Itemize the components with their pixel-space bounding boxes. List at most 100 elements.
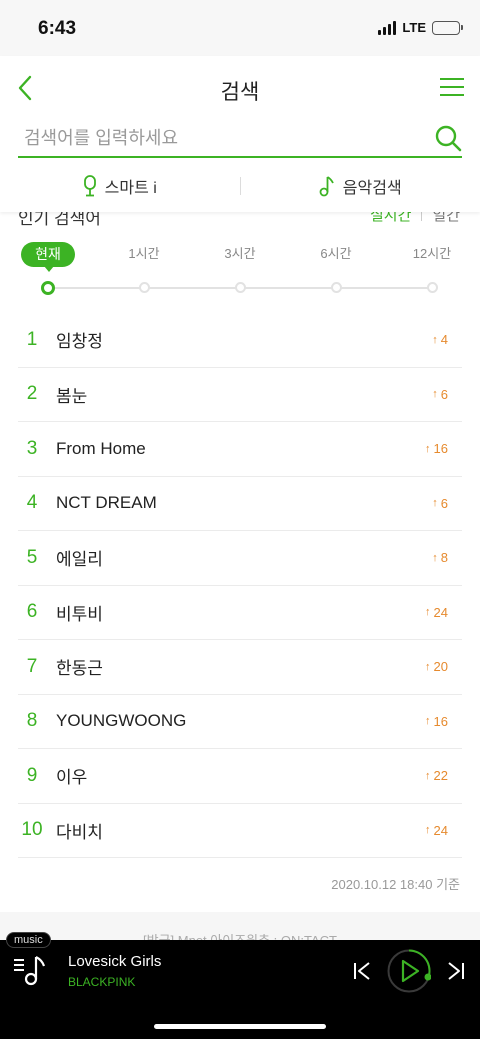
mini-player: music Lovesick Girls BLACKPINK: [0, 932, 480, 1039]
tab-music-search[interactable]: 음악검색: [241, 174, 480, 198]
home-indicator: [154, 1024, 326, 1029]
arrow-up-icon: ↑: [425, 824, 431, 837]
status-bar: 6:43 LTE: [0, 0, 480, 56]
search-mode-tabs: 스마트 i 음악검색: [0, 166, 480, 206]
arrow-up-icon: ↑: [432, 333, 438, 346]
track-title[interactable]: Lovesick Girls: [68, 953, 161, 970]
music-note-icon: [319, 176, 334, 197]
time-stop-label: 6시간: [320, 246, 352, 261]
rank-keyword: 비투비: [56, 604, 103, 624]
search-bar: [18, 120, 462, 158]
rank-change: ↑ 24: [402, 823, 462, 838]
time-stop-label: 3시간: [224, 246, 256, 261]
time-stop-dot: [427, 282, 438, 293]
network-label: LTE: [402, 20, 426, 35]
rank-keyword: From Home: [56, 438, 146, 458]
time-stop-label: 현재: [21, 242, 75, 272]
rank-change-value: 16: [433, 441, 448, 457]
tab-music-search-label: 음악검색: [342, 180, 402, 197]
rank-number: 6: [26, 601, 38, 623]
ranking-row[interactable]: 6 비투비 ↑ 24: [18, 586, 462, 640]
time-stop-dot: [331, 282, 342, 293]
previous-track-icon[interactable]: [352, 960, 374, 982]
rank-number: 1: [26, 328, 38, 350]
tab-smart-i[interactable]: 스마트 i: [0, 174, 240, 198]
rank-change: ↑ 16: [402, 441, 462, 456]
time-stop-dot: [235, 282, 246, 293]
rank-number: 7: [26, 655, 38, 677]
ranking-row[interactable]: 3 From Home ↑ 16: [18, 422, 462, 477]
rank-number: 4: [26, 492, 38, 514]
rank-keyword: YOUNGWOONG: [56, 711, 187, 731]
rank-number: 5: [26, 546, 38, 568]
search-header: 검색 스마트 i 음악검색: [0, 56, 480, 212]
microphone-icon: [83, 175, 96, 197]
ranking-row[interactable]: 1 임창정 ↑ 4: [18, 313, 462, 368]
search-input[interactable]: [18, 120, 418, 156]
rank-change: ↑ 16: [402, 714, 462, 729]
ranking-row[interactable]: 5 에일리 ↑ 8: [18, 531, 462, 586]
rank-number: 2: [26, 383, 38, 405]
arrow-up-icon: ↑: [425, 606, 431, 619]
battery-icon: [432, 20, 463, 35]
time-stop-12h[interactable]: 12시간: [392, 244, 472, 293]
rank-change: ↑ 6: [402, 387, 462, 402]
ranking-row[interactable]: 10 다비치 ↑ 24: [18, 804, 462, 858]
arrow-up-icon: ↑: [432, 551, 438, 564]
track-artist: BLACKPINK: [68, 975, 136, 989]
hamburger-menu-icon[interactable]: [440, 78, 464, 98]
signal-icon: [378, 20, 397, 35]
tab-smart-i-label: 스마트 i: [104, 180, 157, 197]
updated-timestamp: 2020.10.12 18:40 기준: [331, 877, 460, 892]
rank-change: ↑ 24: [402, 605, 462, 620]
rank-change-value: 4: [440, 332, 448, 348]
rank-change-value: 22: [433, 768, 448, 784]
arrow-up-icon: ↑: [432, 497, 438, 510]
rank-keyword: 에일리: [56, 550, 103, 570]
rank-keyword: 봄눈: [56, 386, 88, 406]
rank-change-value: 24: [433, 822, 448, 838]
rank-keyword: NCT DREAM: [56, 493, 157, 513]
rank-change-value: 24: [433, 604, 448, 620]
time-stop-now[interactable]: 현재: [8, 242, 88, 295]
ranking-row[interactable]: 8 YOUNGWOONG ↑ 16: [18, 695, 462, 749]
arrow-up-icon: ↑: [425, 715, 431, 728]
arrow-up-icon: ↑: [425, 769, 431, 782]
rank-keyword: 한동근: [56, 659, 103, 679]
rank-number: 3: [26, 437, 38, 459]
banner[interactable]: [방금] Mnet 아이즈원츄 : ON:TACT: [0, 912, 480, 948]
ranking-row[interactable]: 7 한동근 ↑ 20: [18, 640, 462, 695]
rank-keyword: 다비치: [56, 822, 103, 842]
rank-change: ↑ 4: [402, 332, 462, 347]
rank-change: ↑ 22: [402, 768, 462, 783]
ranking-row[interactable]: 4 NCT DREAM ↑ 6: [18, 477, 462, 531]
arrow-up-icon: ↑: [425, 660, 431, 673]
time-stop-dot: [41, 281, 55, 295]
rank-number: 10: [21, 819, 43, 841]
next-track-icon[interactable]: [444, 960, 466, 982]
rank-change: ↑ 8: [402, 550, 462, 565]
music-badge: music: [6, 932, 51, 948]
search-icon[interactable]: [434, 124, 462, 152]
time-stop-1h[interactable]: 1시간: [104, 244, 184, 293]
status-indicators: LTE: [378, 20, 463, 35]
status-time: 6:43: [38, 18, 77, 39]
time-stop-6h[interactable]: 6시간: [296, 244, 376, 293]
play-icon[interactable]: [387, 949, 431, 993]
ranking-row[interactable]: 2 봄눈 ↑ 6: [18, 368, 462, 422]
rank-change-value: 6: [440, 495, 448, 511]
rank-change-value: 16: [433, 713, 448, 729]
arrow-up-icon: ↑: [432, 388, 438, 401]
rank-keyword: 임창정: [56, 332, 103, 352]
ranking-row[interactable]: 9 이우 ↑ 22: [18, 749, 462, 804]
time-range-slider: 현재 1시간 3시간 6시간 12시간: [0, 242, 480, 304]
rank-change-value: 8: [440, 550, 448, 566]
rank-keyword: 이우: [56, 768, 88, 788]
rank-change-value: 20: [433, 659, 448, 675]
time-stop-3h[interactable]: 3시간: [200, 244, 280, 293]
rank-number: 8: [26, 710, 38, 732]
time-stop-label: 1시간: [128, 246, 160, 261]
arrow-up-icon: ↑: [425, 442, 431, 455]
playlist-icon[interactable]: [12, 952, 48, 988]
rank-change: ↑ 6: [402, 496, 462, 511]
